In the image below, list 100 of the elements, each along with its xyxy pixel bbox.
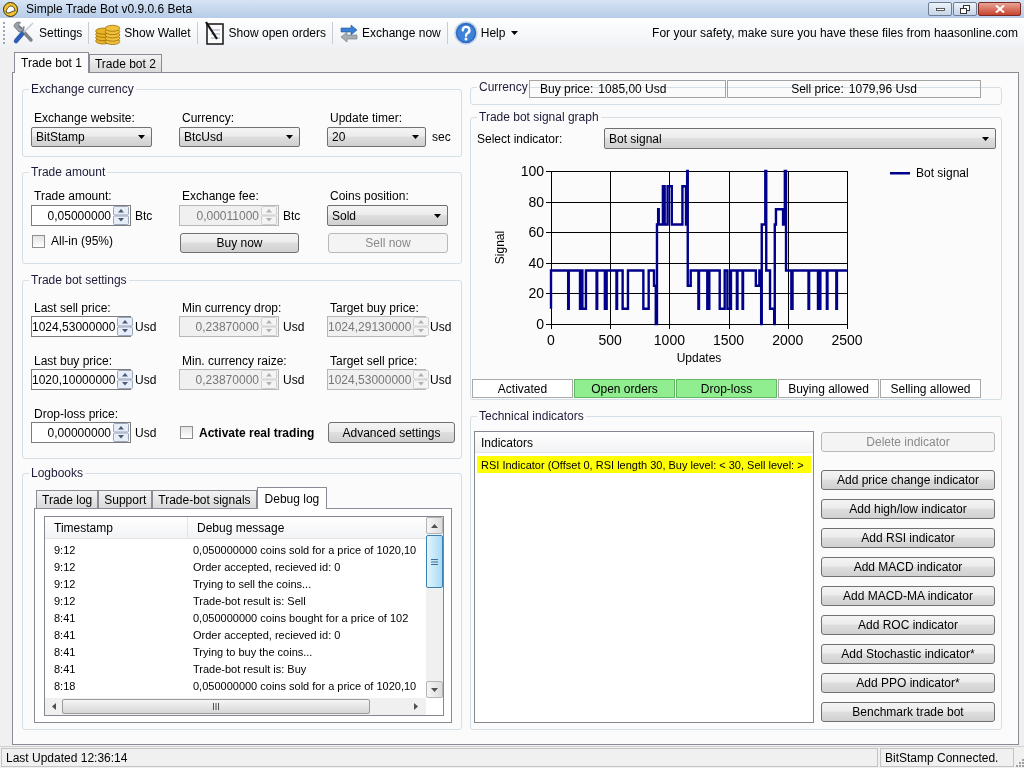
table-cell-text: Trying to sell the coins... <box>192 576 312 591</box>
push-button[interactable]: Benchmark trade bot <box>821 702 995 722</box>
push-button[interactable]: Add PPO indicator* <box>821 673 995 693</box>
dropdown-select[interactable]: 20 <box>327 127 426 147</box>
status-text: Last Updated 12:36:14 <box>1 748 878 767</box>
spin-arrows-icon[interactable] <box>117 317 134 336</box>
group-title: Currency <box>478 80 529 94</box>
axis-tick-label: 0 <box>536 316 544 332</box>
tab[interactable]: Trade bot 1 <box>14 52 89 73</box>
number-field[interactable]: 1024,53000000 <box>31 316 131 337</box>
unit-label: Usd <box>135 372 157 387</box>
field-label: Last sell price: <box>33 301 111 315</box>
group-title: Trade amount <box>30 165 107 179</box>
table-cell-text: 9:12 <box>53 542 77 557</box>
scroll-down-button[interactable] <box>426 681 443 698</box>
checkbox[interactable] <box>180 426 193 439</box>
push-button[interactable]: Add MACD indicator <box>821 557 995 577</box>
close-button[interactable] <box>978 2 1021 16</box>
checkbox-label: All-in (95%) <box>51 234 113 248</box>
unit-label: Usd <box>430 372 452 387</box>
caret-icon <box>138 135 145 139</box>
restore-icon <box>960 4 970 14</box>
number-field[interactable]: 0,00000000 <box>31 422 131 443</box>
push-button[interactable]: Add Stochastic indicator* <box>821 644 995 664</box>
restore-button[interactable] <box>953 2 977 16</box>
arrow-left-icon <box>51 703 56 710</box>
field-label: Trade amount: <box>33 189 112 203</box>
grip-lines-icon <box>213 703 219 710</box>
vertical-scrollbar[interactable] <box>426 517 443 698</box>
axis-tick-label: 60 <box>528 224 544 241</box>
field-label: Min. currency raize: <box>181 354 287 368</box>
toolbar-button[interactable]: Exchange now <box>337 20 443 46</box>
toolbar-button[interactable]: Help <box>451 20 521 46</box>
axis-tick-label: 40 <box>528 254 544 271</box>
unit-label: Btc <box>135 208 153 223</box>
table-cell-text: 9:12 <box>53 559 77 574</box>
group-title: Exchange currency <box>30 82 135 96</box>
caret-icon <box>412 135 419 139</box>
unit-label: Usd <box>283 372 305 387</box>
tab[interactable]: Trade log <box>36 490 99 508</box>
push-button[interactable]: Add high/low indicator <box>821 499 995 519</box>
minimize-button[interactable] <box>928 2 952 16</box>
spin-arrows-icon[interactable] <box>117 370 134 389</box>
dropdown-select[interactable]: BtcUsd <box>179 127 300 147</box>
scrollbar-thumb[interactable] <box>426 535 443 588</box>
toolbar-button[interactable]: Settings <box>10 20 85 46</box>
field-label: Min currency drop: <box>181 301 282 315</box>
close-icon <box>994 5 1005 13</box>
tools-icon <box>12 21 36 45</box>
table-cell-text: Trade-bot result is: Buy <box>192 661 307 676</box>
table-cell-text: 8:41 <box>53 644 77 659</box>
push-button[interactable]: Add ROC indicator <box>821 615 995 635</box>
push-button[interactable]: Buy now <box>180 233 299 253</box>
table-cell-text: 8:18 <box>53 678 77 693</box>
window-title: Simple Trade Bot v0.9.0.6 Beta <box>26 2 193 16</box>
unit-label: Btc <box>283 208 301 223</box>
axis-tick-label: 20 <box>528 285 544 302</box>
tab[interactable]: Support <box>98 490 153 508</box>
indicator-item[interactable]: RSI Indicator (Offset 0, RSI length 30, Buy level: < 30, Sell level: > <box>477 456 811 473</box>
scrollbar-thumb[interactable] <box>62 699 370 714</box>
toolbar-button[interactable]: Show Wallet <box>93 20 193 46</box>
toolbar-button[interactable]: Show open orders <box>201 20 328 46</box>
number-field[interactable]: 0,05000000 <box>31 205 131 226</box>
push-button[interactable]: Add MACD-MA indicator <box>821 586 995 606</box>
status-indicator: Activated <box>472 379 573 398</box>
push-button[interactable]: Advanced settings <box>328 422 455 443</box>
dropdown-select[interactable]: BitStamp <box>31 127 152 147</box>
dropdown-select[interactable]: Sold <box>327 205 448 226</box>
tab[interactable]: Trade-bot signals <box>152 490 257 508</box>
caret-icon <box>511 31 519 35</box>
axis-tick-label: 2000 <box>772 332 804 348</box>
price-label: Sell price: <box>791 82 844 96</box>
axis-title: Updates <box>676 351 722 365</box>
status-text: BitStamp Connected. <box>880 748 1014 767</box>
axis-tick-label: 80 <box>528 193 544 210</box>
scroll-up-button[interactable] <box>426 517 443 534</box>
table-cell-text: Trade-bot result is: Sell <box>192 593 306 608</box>
checkbox[interactable] <box>32 234 45 248</box>
arrow-down-icon <box>431 687 438 692</box>
tab[interactable]: Trade bot 2 <box>88 54 162 72</box>
dropdown-select[interactable]: Bot signal <box>604 128 996 149</box>
group-title: Trade bot signal graph <box>478 110 600 124</box>
horizontal-scrollbar[interactable] <box>45 698 426 715</box>
spin-arrows-icon[interactable] <box>113 423 129 442</box>
column-header[interactable]: Debug message <box>188 517 426 538</box>
field-label: Select indicator: <box>477 131 563 146</box>
unit-label: Usd <box>135 425 157 440</box>
number-field[interactable]: 1020,10000000 <box>31 369 131 390</box>
push-button[interactable]: Add price change indicator <box>821 470 995 490</box>
table-cell-text: 8:41 <box>53 610 77 625</box>
column-header[interactable]: Timestamp <box>45 517 188 538</box>
spin-arrows-icon[interactable] <box>113 206 129 225</box>
axis-tick-label: 2500 <box>831 332 863 348</box>
checkbox-label: Activate real trading <box>199 425 315 440</box>
arrow-up-icon <box>431 523 438 528</box>
app-logo-icon <box>3 1 18 17</box>
arrow-right-icon <box>414 703 418 710</box>
grip-icon <box>3 22 6 44</box>
push-button[interactable]: Add RSI indicator <box>821 528 995 548</box>
tab[interactable]: Debug log <box>256 487 328 509</box>
